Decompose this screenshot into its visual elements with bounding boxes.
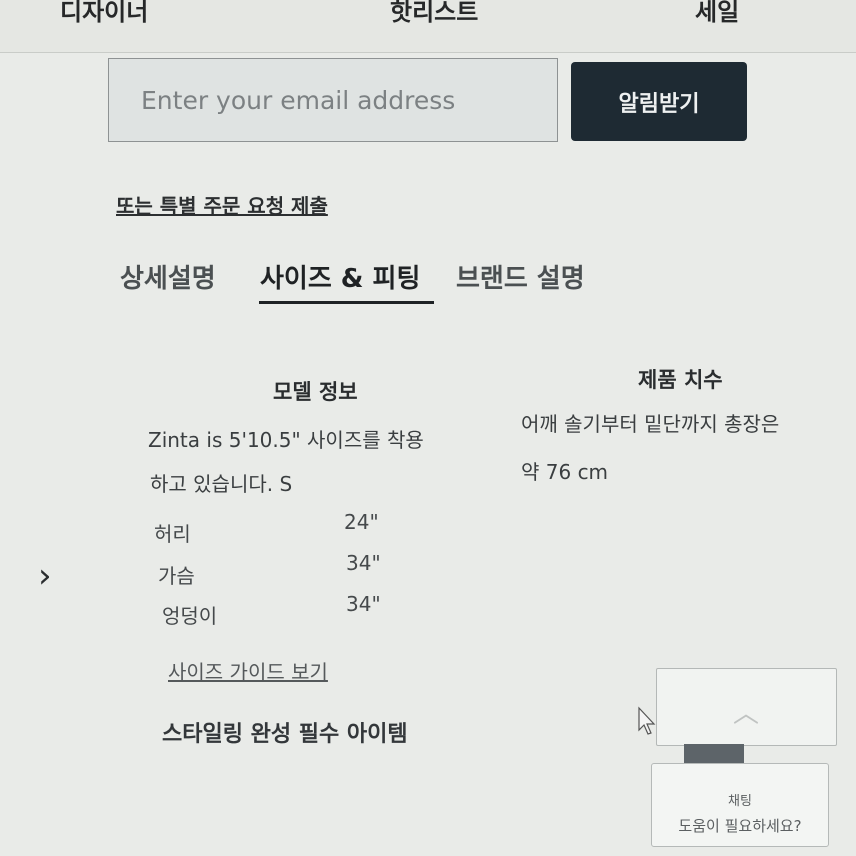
tab-brand[interactable]: 브랜드 설명	[456, 258, 585, 295]
chat-widget[interactable]: 채팅 도움이 필요하세요?	[651, 763, 829, 847]
measurement-label-hip: 엉덩이	[162, 604, 218, 628]
subscribe-button[interactable]: 알림받기	[571, 62, 747, 141]
product-dimensions-line1: 어깨 솔기부터 밑단까지 총장은	[521, 412, 780, 436]
top-navigation: 디자이너 핫리스트 세일	[0, 0, 856, 53]
scroll-to-top-button[interactable]: ︿	[656, 668, 837, 746]
chevron-up-icon: ︿	[733, 699, 760, 729]
measurement-value-bust: 34"	[346, 551, 381, 575]
email-input[interactable]	[108, 58, 558, 142]
nav-item-sale[interactable]: 세일	[695, 0, 739, 27]
measurement-label-bust: 가슴	[158, 564, 195, 588]
model-info-title: 모델 정보	[273, 380, 358, 404]
measurement-label-waist: 허리	[154, 522, 191, 546]
model-info-line2: 하고 있습니다. S	[150, 472, 293, 496]
must-have-items-heading: 스타일링 완성 필수 아이템	[162, 722, 408, 747]
product-dimensions-line2: 약 76 cm	[521, 460, 609, 484]
nav-item-designers[interactable]: 디자이너	[60, 0, 148, 27]
model-info-line1: Zinta is 5'10.5" 사이즈를 착용	[148, 428, 424, 452]
measurement-value-hip: 34"	[346, 592, 381, 616]
measurement-value-waist: 24"	[344, 510, 379, 534]
chat-message: 도움이 필요하세요?	[678, 817, 802, 835]
chat-title: 채팅	[728, 794, 752, 809]
tab-size-fit[interactable]: 사이즈 & 피팅	[260, 258, 420, 295]
chevron-right-icon[interactable]: ›	[38, 556, 52, 596]
active-tab-indicator	[259, 301, 434, 304]
product-dimensions-title: 제품 치수	[638, 368, 723, 392]
tab-details[interactable]: 상세설명	[120, 258, 216, 295]
nav-item-hotlist[interactable]: 핫리스트	[390, 0, 478, 27]
special-order-link[interactable]: 또는 특별 주문 요청 제출	[116, 190, 328, 219]
mouse-cursor-icon	[638, 706, 656, 735]
size-guide-link[interactable]: 사이즈 가이드 보기	[168, 656, 328, 685]
